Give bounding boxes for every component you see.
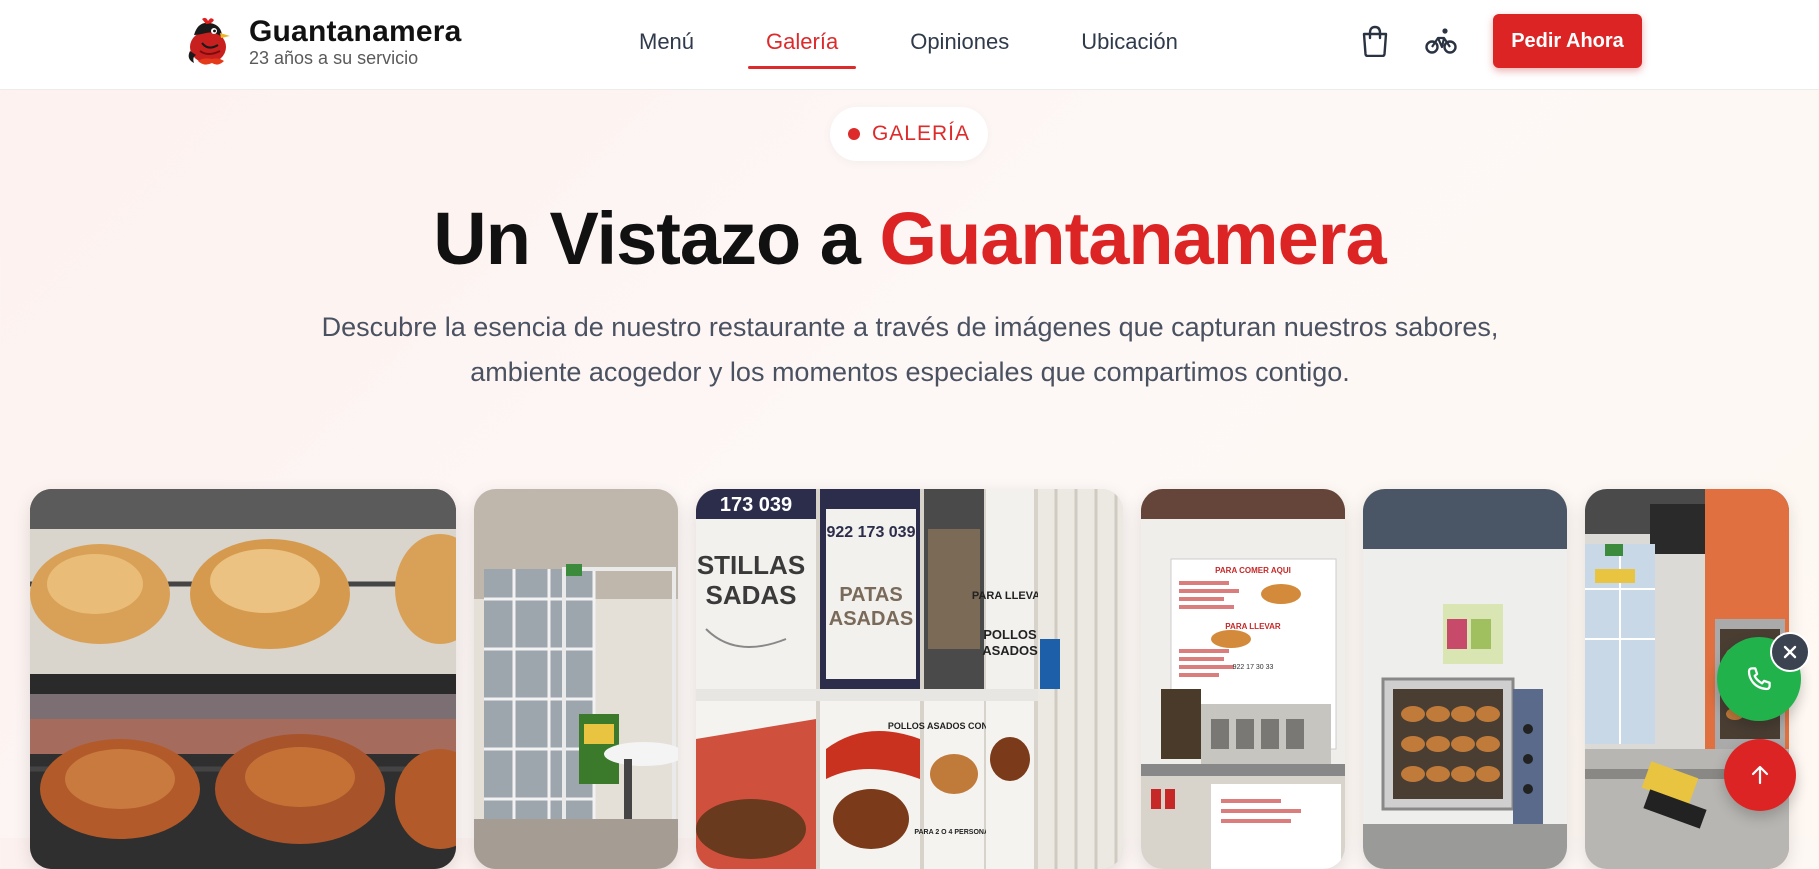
shopping-bag-icon [1362,25,1388,57]
menu-board-phone: 922 17 30 33 [1233,664,1274,671]
brand-tagline: 23 años a su servicio [249,48,419,68]
poster-pollos: POLLOS [983,627,1037,642]
poster-patas-asadas: ASADAS [829,608,913,630]
close-icon [1783,645,1797,659]
brand-name: Guantanamera [249,15,462,48]
site-header: Guantanamera 23 años a su servicio Menú … [0,0,1819,90]
nav-opiniones[interactable]: Opiniones [910,28,1009,56]
menu-board-title: PARA COMER AQUI [1215,566,1291,575]
order-now-button[interactable]: Pedir Ahora [1493,14,1642,68]
gallery-photo-entrance[interactable] [474,489,678,869]
title-accent: Guantanamera [879,197,1387,280]
page-title: Un Vistazo a Guantanamera [0,196,1819,282]
cart-button[interactable] [1358,24,1392,58]
poster-personas: PARA 2 O 4 PERSONAS [914,829,994,836]
rooster-logo-icon [188,17,230,65]
poster-patas: PATAS [839,584,902,606]
menu-board-subtitle: PARA LLEVAR [1225,622,1281,631]
scroll-top-button[interactable] [1724,739,1796,811]
poster-para-llevar: PARA LLEVAR [972,590,1048,602]
gallery-photo-oven[interactable] [1363,489,1567,869]
poster-asadas: SADAS [705,580,796,610]
phone-icon [1747,667,1771,691]
close-call-button[interactable] [1770,632,1810,672]
bicycle-icon [1425,28,1457,54]
main-nav: Menú Galería Opiniones Ubicación [639,28,1250,69]
section-badge: GALERÍA [830,107,988,161]
badge-dot [847,128,860,140]
poster-pollos-asados: ASADOS [982,643,1038,658]
title-text: Un Vistazo a [433,197,880,280]
delivery-button[interactable] [1424,24,1458,58]
arrow-up-icon [1751,765,1769,785]
gallery-photo-chickens[interactable] [30,489,456,869]
nav-galeria[interactable]: Galería [748,28,857,69]
nav-menu[interactable]: Menú [639,28,694,56]
poster-phone-main: 922 173 039 [827,524,916,541]
brand[interactable]: Guantanamera 23 años a su servicio [184,16,461,68]
page-description: Descubre la esencia de nuestro restauran… [321,312,1499,387]
gallery-photo-counter[interactable]: PARA COMER AQUI PARA LLEVAR 922 17 30 33 [1141,489,1345,869]
nav-ubicacion[interactable]: Ubicación [1081,28,1178,56]
badge-label: GALERÍA [871,122,971,145]
gallery-photo-storefront[interactable]: 173 039 STILLAS SADAS 922 173 039 PATAS … [696,489,1123,869]
brand-text: Guantanamera 23 años a su servicio [249,15,462,69]
poster-phone-top: 173 039 [720,494,792,516]
poster-costillas: STILLAS [697,550,805,580]
